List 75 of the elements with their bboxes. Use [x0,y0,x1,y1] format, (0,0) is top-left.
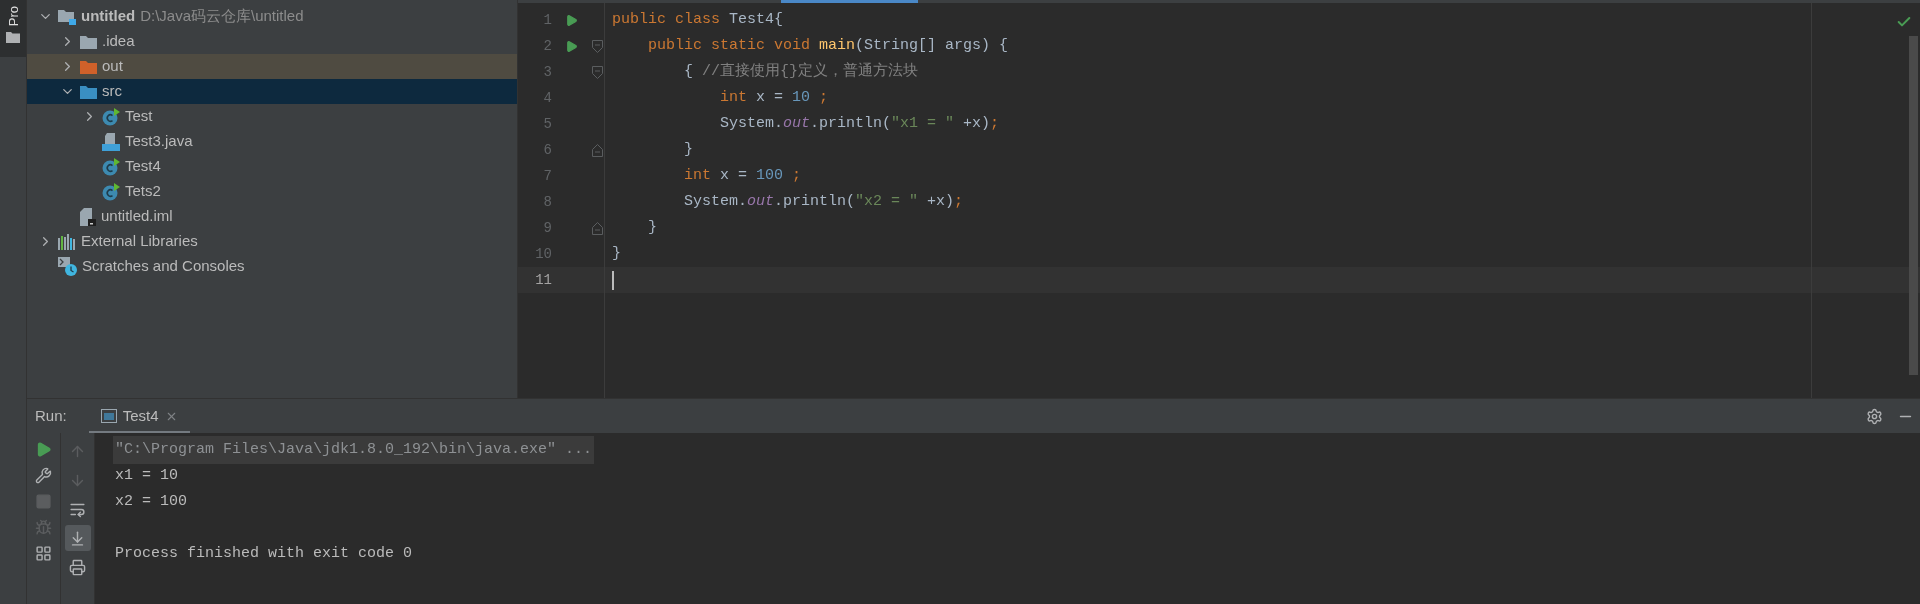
line-number: 2 [542,36,552,56]
scroll-to-end-icon[interactable] [64,525,91,551]
tree-item-label: untitled [81,6,136,27]
tree-item[interactable]: Test3.java [27,129,517,154]
java-file-icon [102,132,120,151]
line-number: 10 [534,244,552,264]
project-path: D:\Java码云仓库\untitled [140,6,304,27]
line-number: 3 [542,62,552,82]
line-number: 9 [542,218,552,238]
tree-item-label: Test3.java [125,131,193,152]
folder-icon [80,34,97,49]
code-line: } [647,217,657,238]
folder-icon [80,59,97,74]
console-line: Process finished with exit code 0 [114,543,414,564]
project-tool-tab[interactable]: Pro [0,0,26,57]
code-line: } [683,139,693,160]
class-icon [102,157,120,176]
tree-item[interactable]: untitled D:\Java码云仓库\untitled [27,4,517,29]
tree-item[interactable]: Scratches and Consoles [27,254,517,279]
wrench-icon[interactable] [35,467,52,484]
line-number: 7 [542,166,552,186]
tree-item[interactable]: untitled.iml [27,204,517,229]
code-line: public static void main(String[] args) { [647,35,1009,56]
folder-icon [80,84,97,99]
tree-item[interactable]: out [27,54,517,79]
line-number: 4 [542,88,552,108]
tree-item-label: .idea [102,31,135,52]
text-caret [612,270,614,290]
tree-item-label: Scratches and Consoles [82,256,245,277]
run-icon[interactable] [564,13,578,27]
tree-item[interactable]: Test4 [27,154,517,179]
code-line: System.out.println("x1 = " +x); [719,113,1000,134]
code-line: int x = 10 ; [719,87,829,108]
scrollbar[interactable] [1909,36,1918,375]
tree-item-label: Test [125,106,153,127]
run-icon[interactable] [564,39,578,53]
libraries-icon [58,233,76,250]
tree-item[interactable]: .idea [27,29,517,54]
tree-item[interactable]: src [27,79,517,104]
code-line: int x = 100 ; [683,165,802,186]
module-file-icon [80,207,96,226]
tree-item-label: Tets2 [125,181,161,202]
tree-item-label: Test4 [125,156,161,177]
tree-item-label: untitled.iml [101,206,173,227]
play-icon[interactable] [35,441,52,458]
layout-icon[interactable] [35,545,52,562]
class-icon [102,182,120,201]
line-number: 6 [542,140,552,160]
code-line: System.out.println("x2 = " +x); [683,191,964,212]
fold-end-icon[interactable] [591,143,603,157]
tree-item[interactable]: Test [27,104,517,129]
line-number: 5 [542,114,552,134]
line-number: 11 [534,270,552,290]
tree-item-label: External Libraries [81,231,198,252]
tree-item[interactable]: Tets2 [27,179,517,204]
console-line: x2 = 100 [114,491,188,512]
code-line: { //直接使用{}定义，普通方法块 [683,61,919,82]
fold-start-icon[interactable] [591,39,603,53]
fold-start-icon[interactable] [591,65,603,79]
fold-end-icon[interactable] [591,221,603,235]
tree-item[interactable]: External Libraries [27,229,517,254]
code-line: } [612,243,621,264]
console-icon [100,409,117,423]
code-line: public class Test4{ [612,9,784,30]
folder-icon [6,32,20,43]
line-number: 8 [542,192,552,212]
console-line: x1 = 10 [114,465,179,486]
project-folder-icon [58,8,76,25]
scratches-icon [58,257,77,276]
tree-item-label: out [102,56,123,77]
line-number: 1 [542,10,552,30]
tree-item-label: src [102,81,122,102]
settings-icon[interactable] [1866,407,1883,425]
run-label: Run: [35,405,67,426]
class-icon [102,107,120,126]
